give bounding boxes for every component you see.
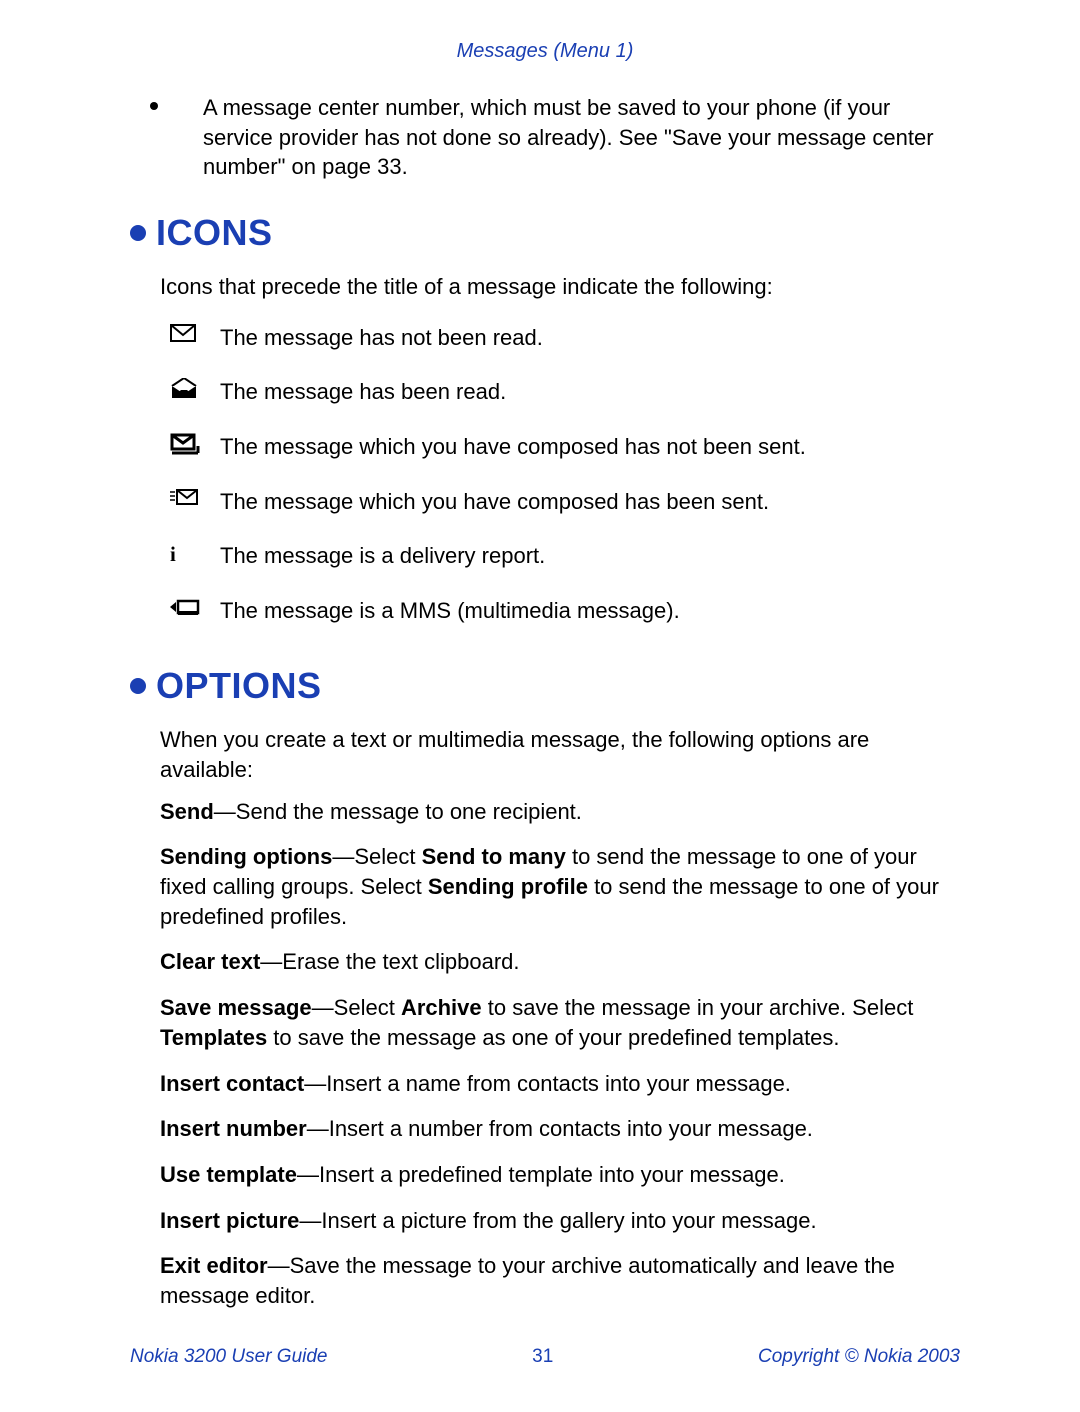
- heading-text: OPTIONS: [156, 665, 322, 706]
- section-header: Messages (Menu 1): [130, 40, 960, 63]
- option-item: Insert number—Insert a number from conta…: [160, 1114, 960, 1144]
- icon-label: The message has not been read.: [220, 324, 543, 353]
- icon-label: The message has been read.: [220, 378, 506, 407]
- sent-envelope-icon: [170, 488, 220, 508]
- option-item: Clear text—Erase the text clipboard.: [160, 947, 960, 977]
- heading-bullet: [130, 225, 146, 241]
- option-item: Exit editor—Save the message to your arc…: [160, 1251, 960, 1310]
- icon-row: The message has not been read.: [170, 324, 960, 353]
- icon-row: The message which you have composed has …: [170, 488, 960, 517]
- option-item: Save message—Select Archive to save the …: [160, 993, 960, 1052]
- option-item: Send—Send the message to one recipient.: [160, 797, 960, 827]
- footer-left: Nokia 3200 User Guide: [130, 1346, 328, 1368]
- draft-unsent-icon: [170, 433, 220, 457]
- option-item: Insert picture—Insert a picture from the…: [160, 1206, 960, 1236]
- option-item: Use template—Insert a predefined templat…: [160, 1160, 960, 1190]
- icon-row: The message which you have composed has …: [170, 433, 960, 462]
- icons-heading: ICONS: [130, 212, 960, 254]
- heading-text: ICONS: [156, 212, 273, 253]
- footer-right: Copyright © Nokia 2003: [758, 1346, 960, 1368]
- icons-intro: Icons that precede the title of a messag…: [160, 272, 960, 302]
- unread-envelope-icon: [170, 324, 220, 344]
- icon-label: The message is a delivery report.: [220, 542, 545, 571]
- icon-label: The message is a MMS (multimedia message…: [220, 597, 680, 626]
- icon-label: The message which you have composed has …: [220, 488, 769, 517]
- icon-row: i The message is a delivery report.: [170, 542, 960, 571]
- option-item: Sending options—Select Send to many to s…: [160, 842, 960, 931]
- heading-bullet: [130, 678, 146, 694]
- option-item: Insert contact—Insert a name from contac…: [160, 1069, 960, 1099]
- mms-icon: [170, 597, 220, 617]
- bullet-dot: [150, 102, 158, 110]
- icons-table: The message has not been read. The messa…: [170, 324, 960, 626]
- options-list: Send—Send the message to one recipient. S…: [130, 797, 960, 1311]
- icon-row: The message is a MMS (multimedia message…: [170, 597, 960, 626]
- page-footer: Nokia 3200 User Guide 31 Copyright © Nok…: [130, 1346, 960, 1368]
- options-intro: When you create a text or multimedia mes…: [160, 725, 960, 784]
- delivery-report-icon: i: [170, 542, 220, 567]
- continuation-bullet: A message center number, which must be s…: [150, 93, 960, 182]
- icon-label: The message which you have composed has …: [220, 433, 806, 462]
- options-heading: OPTIONS: [130, 665, 960, 707]
- bullet-text: A message center number, which must be s…: [203, 93, 960, 182]
- icon-row: The message has been read.: [170, 378, 960, 407]
- read-envelope-icon: [170, 378, 220, 400]
- footer-page-number: 31: [532, 1346, 553, 1368]
